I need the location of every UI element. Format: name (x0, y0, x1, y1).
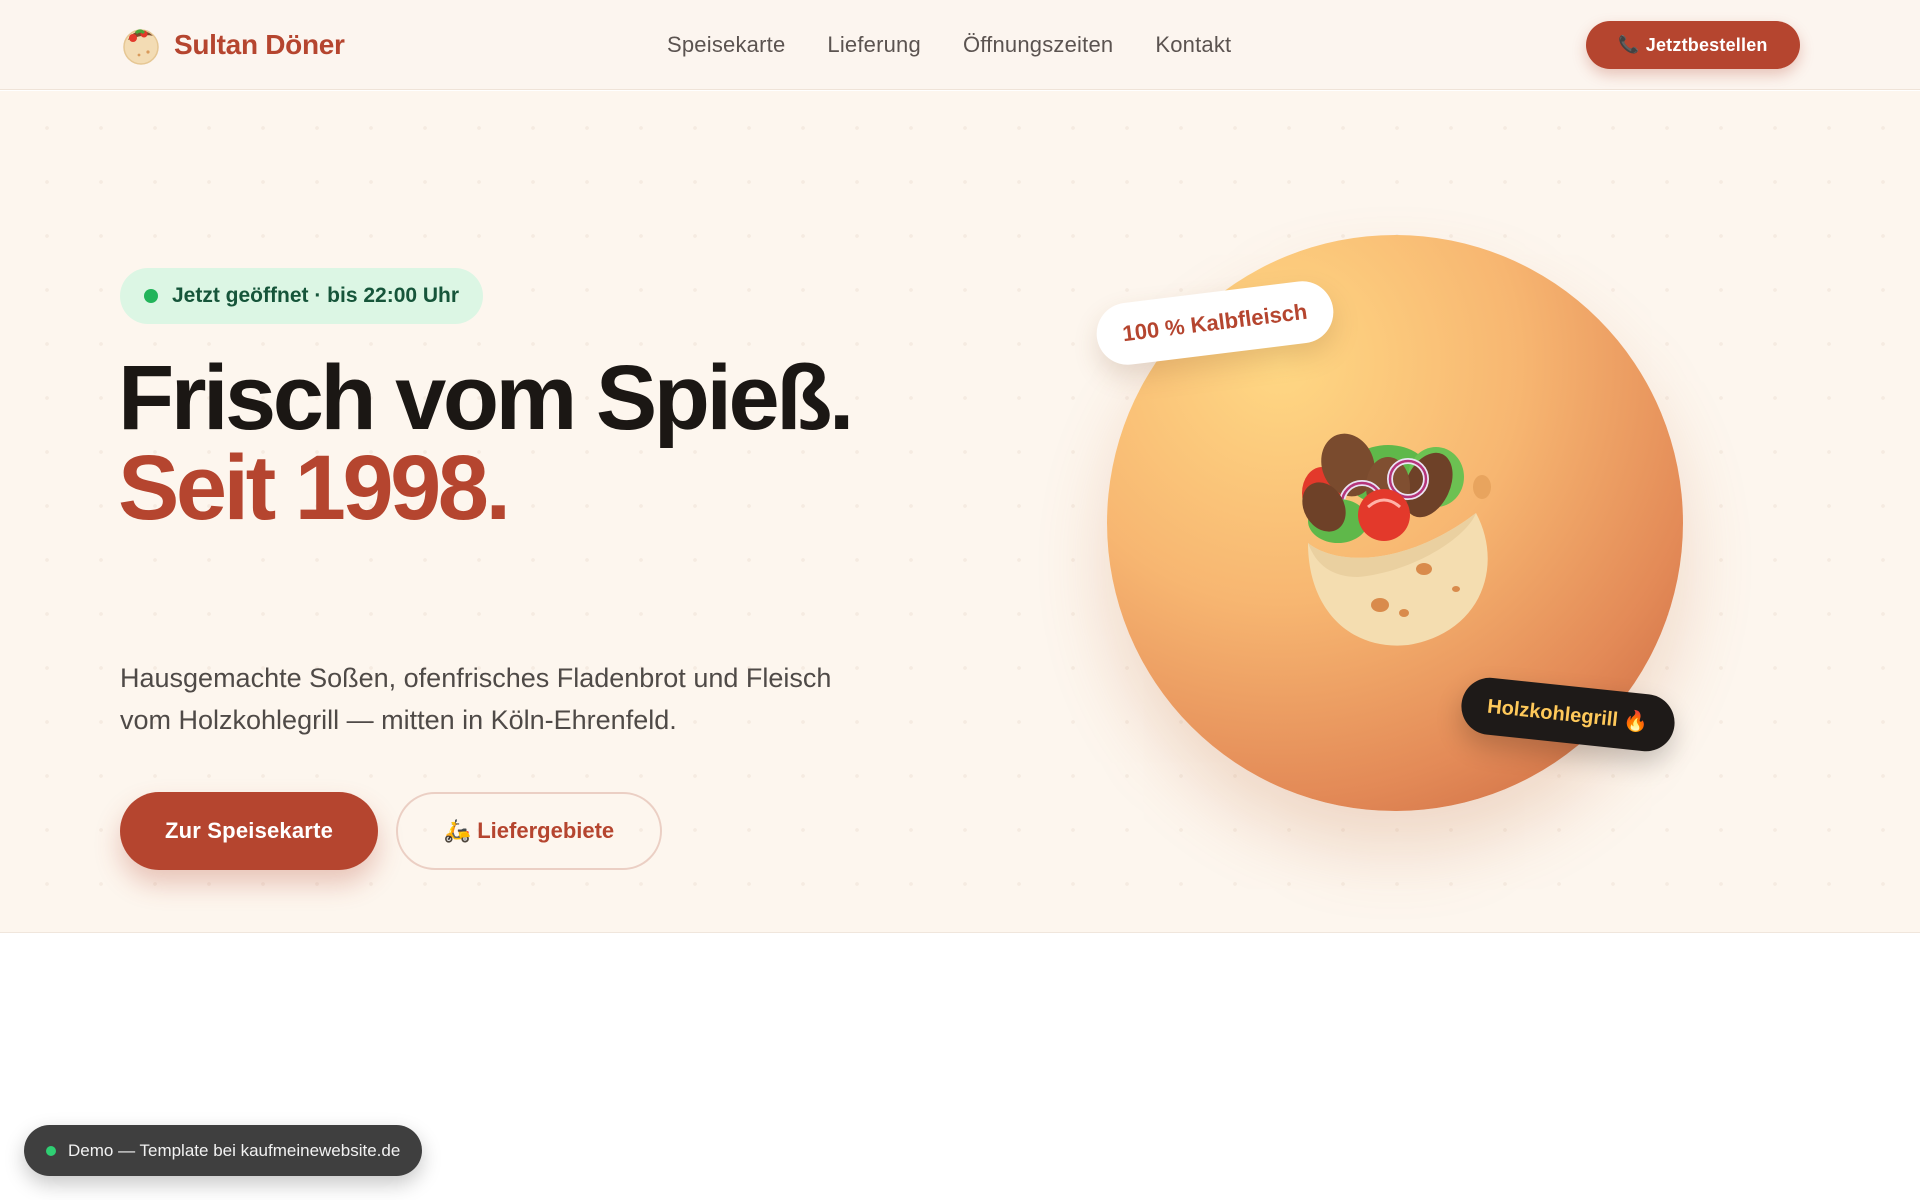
menu-button[interactable]: Zur Speisekarte (120, 792, 378, 870)
nav-item-oeffnungszeiten[interactable]: Öffnungszeiten (963, 32, 1113, 58)
order-now-button[interactable]: 📞 Jetztbestellen (1586, 21, 1800, 69)
open-status-badge: Jetzt geöffnet · bis 22:00 Uhr (120, 268, 484, 324)
site-header: Sultan Döner Speisekarte Lieferung Öffnu… (0, 0, 1920, 90)
brand-name: Sultan Döner (174, 29, 345, 60)
hero-headline: Frisch vom Spieß. Seit 1998. (118, 347, 854, 539)
nav-item-kontakt[interactable]: Kontakt (1155, 32, 1231, 58)
hero-description: Hausgemachte Soßen, ofenfrisches Fladenb… (120, 663, 832, 735)
main-nav: Speisekarte Lieferung Öffnungszeiten Kon… (667, 0, 1231, 90)
order-now-label: Jetztbestellen (1645, 34, 1768, 55)
nav-item-speisekarte[interactable]: Speisekarte (667, 32, 785, 58)
demo-template-badge[interactable]: Demo — Template bei kaufmeinewebsite.de (24, 1125, 423, 1176)
brand-home-link[interactable]: Sultan Döner (120, 22, 345, 68)
open-status-text: Jetzt geöffnet · bis 22:00 Uhr (172, 284, 460, 307)
phone-icon: 📞 (1618, 35, 1640, 54)
status-dot-icon (144, 289, 158, 303)
demo-template-text: Demo — Template bei kaufmeinewebsite.de (68, 1140, 401, 1160)
doner-icon (123, 29, 159, 65)
delivery-areas-label: Liefergebiete (477, 818, 615, 843)
nav-item-lieferung[interactable]: Lieferung (827, 32, 921, 58)
headline-line-2: Seit 1998. (118, 437, 511, 539)
delivery-areas-button[interactable]: 🛵 Liefergebiete (396, 792, 662, 870)
headline-line-1: Frisch vom Spieß. (118, 347, 854, 449)
scooter-icon: 🛵 (443, 818, 472, 843)
demo-status-dot-icon (46, 1145, 56, 1156)
doner-illustration (1302, 433, 1491, 646)
